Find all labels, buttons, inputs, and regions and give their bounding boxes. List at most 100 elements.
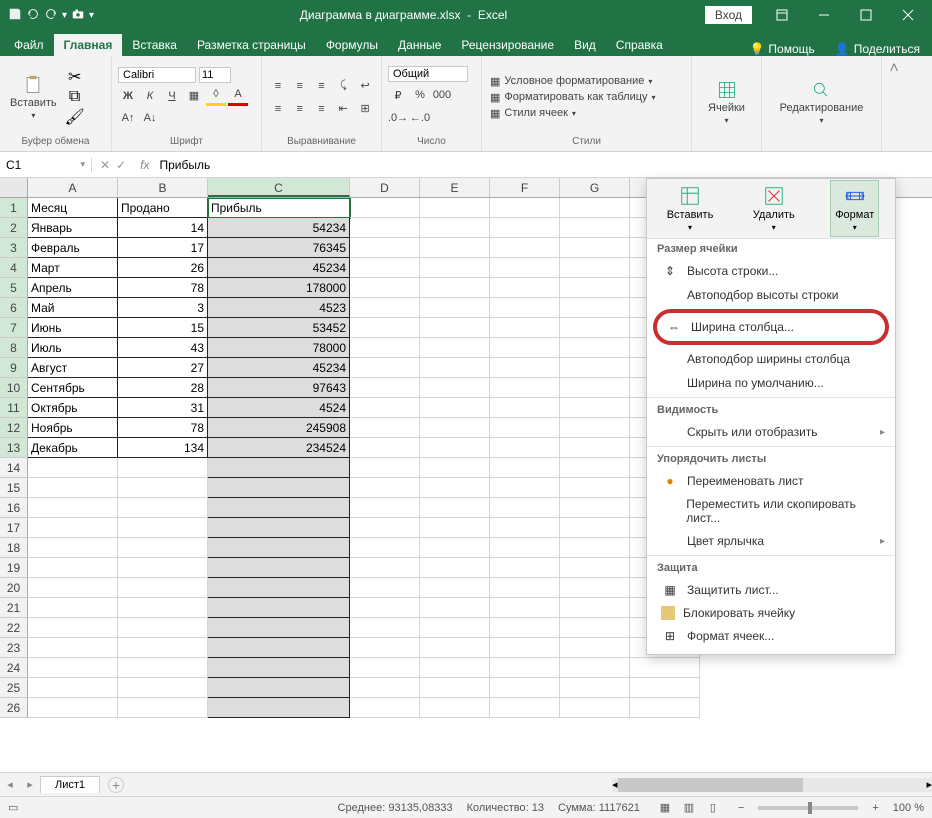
cell[interactable] <box>560 518 630 538</box>
conditional-formatting-button[interactable]: ▦Условное форматирование▾ <box>488 74 685 89</box>
align-bottom-icon[interactable]: ≡ <box>312 76 332 96</box>
cell[interactable]: Июнь <box>28 318 118 338</box>
cell[interactable]: 4524 <box>208 398 350 418</box>
cell[interactable] <box>420 298 490 318</box>
align-middle-icon[interactable]: ≡ <box>290 76 310 96</box>
tab-view[interactable]: Вид <box>564 34 606 56</box>
row-header[interactable]: 10 <box>0 378 28 398</box>
undo-icon[interactable] <box>26 7 40 24</box>
row-header[interactable]: 23 <box>0 638 28 658</box>
cell[interactable] <box>350 658 420 678</box>
cell[interactable] <box>118 498 208 518</box>
save-icon[interactable] <box>8 7 22 24</box>
cell[interactable] <box>28 698 118 718</box>
cell[interactable] <box>490 598 560 618</box>
cell[interactable] <box>28 458 118 478</box>
cell[interactable] <box>420 598 490 618</box>
cell[interactable] <box>490 298 560 318</box>
zoom-in-icon[interactable]: + <box>872 802 878 814</box>
cell[interactable] <box>420 658 490 678</box>
cell[interactable] <box>420 458 490 478</box>
tellme-icon[interactable]: 💡 <box>749 42 764 56</box>
cell[interactable] <box>350 218 420 238</box>
tab-data[interactable]: Данные <box>388 34 451 56</box>
row-header[interactable]: 18 <box>0 538 28 558</box>
cell[interactable] <box>420 338 490 358</box>
font-size-input[interactable] <box>199 67 231 83</box>
cell[interactable] <box>350 478 420 498</box>
cell[interactable] <box>350 538 420 558</box>
cell[interactable]: 43 <box>118 338 208 358</box>
orientation-icon[interactable]: ⤹ <box>333 76 353 96</box>
tab-home[interactable]: Главная <box>54 34 123 56</box>
cell[interactable] <box>560 598 630 618</box>
menu-format-cells[interactable]: ⊞ Формат ячеек... <box>647 624 895 648</box>
cell[interactable]: 3 <box>118 298 208 318</box>
cell[interactable] <box>350 378 420 398</box>
cell[interactable] <box>420 398 490 418</box>
wrap-text-icon[interactable]: ↩ <box>355 76 375 96</box>
cell[interactable] <box>28 518 118 538</box>
cell[interactable]: 26 <box>118 258 208 278</box>
row-header[interactable]: 24 <box>0 658 28 678</box>
cell[interactable]: Апрель <box>28 278 118 298</box>
cell[interactable]: 45234 <box>208 258 350 278</box>
row-header[interactable]: 13 <box>0 438 28 458</box>
comma-icon[interactable]: 000 <box>432 85 452 105</box>
menu-protect-sheet[interactable]: ▦ Защитить лист... <box>647 578 895 602</box>
cell[interactable] <box>28 578 118 598</box>
menu-rename-sheet[interactable]: ● Переименовать лист <box>647 469 895 493</box>
cell[interactable]: 76345 <box>208 238 350 258</box>
cell[interactable] <box>560 378 630 398</box>
cell[interactable]: Май <box>28 298 118 318</box>
cell[interactable] <box>28 658 118 678</box>
cell[interactable] <box>490 398 560 418</box>
cell[interactable] <box>490 258 560 278</box>
cell[interactable] <box>208 698 350 718</box>
cell[interactable] <box>350 518 420 538</box>
currency-icon[interactable]: ₽ <box>388 85 408 105</box>
cell[interactable]: 15 <box>118 318 208 338</box>
cell[interactable] <box>560 578 630 598</box>
cell[interactable] <box>560 638 630 658</box>
cell[interactable] <box>350 338 420 358</box>
cell[interactable] <box>420 578 490 598</box>
bold-icon[interactable]: Ж <box>118 86 138 106</box>
cell[interactable]: 28 <box>118 378 208 398</box>
ribbon-options-icon[interactable] <box>762 0 802 30</box>
menu-column-width[interactable]: ⇔ Ширина столбца... <box>665 315 877 339</box>
cell[interactable] <box>490 678 560 698</box>
cell[interactable]: 53452 <box>208 318 350 338</box>
cell[interactable] <box>490 198 560 218</box>
cell[interactable] <box>560 558 630 578</box>
tab-layout[interactable]: Разметка страницы <box>187 34 316 56</box>
signin-button[interactable]: Вход <box>705 6 752 24</box>
cell[interactable]: Август <box>28 358 118 378</box>
cell[interactable] <box>208 518 350 538</box>
cell[interactable] <box>420 618 490 638</box>
cell[interactable] <box>350 698 420 718</box>
cell[interactable] <box>28 598 118 618</box>
cell[interactable]: Продано <box>118 198 208 218</box>
cell[interactable] <box>420 538 490 558</box>
cell[interactable] <box>560 678 630 698</box>
cell[interactable] <box>350 438 420 458</box>
row-header[interactable]: 19 <box>0 558 28 578</box>
cell[interactable] <box>490 558 560 578</box>
cell[interactable] <box>208 558 350 578</box>
cell[interactable] <box>350 318 420 338</box>
row-header[interactable]: 14 <box>0 458 28 478</box>
enter-formula-icon[interactable]: ✓ <box>116 158 126 172</box>
cell[interactable] <box>420 318 490 338</box>
cell[interactable] <box>118 678 208 698</box>
cell[interactable] <box>350 298 420 318</box>
cell[interactable] <box>560 418 630 438</box>
camera-icon[interactable] <box>71 7 85 24</box>
cell[interactable] <box>208 618 350 638</box>
number-format-select[interactable] <box>388 66 468 82</box>
cell[interactable]: 54234 <box>208 218 350 238</box>
tab-file[interactable]: Файл <box>4 34 54 56</box>
cell[interactable] <box>490 358 560 378</box>
cell[interactable] <box>560 478 630 498</box>
row-header[interactable]: 21 <box>0 598 28 618</box>
